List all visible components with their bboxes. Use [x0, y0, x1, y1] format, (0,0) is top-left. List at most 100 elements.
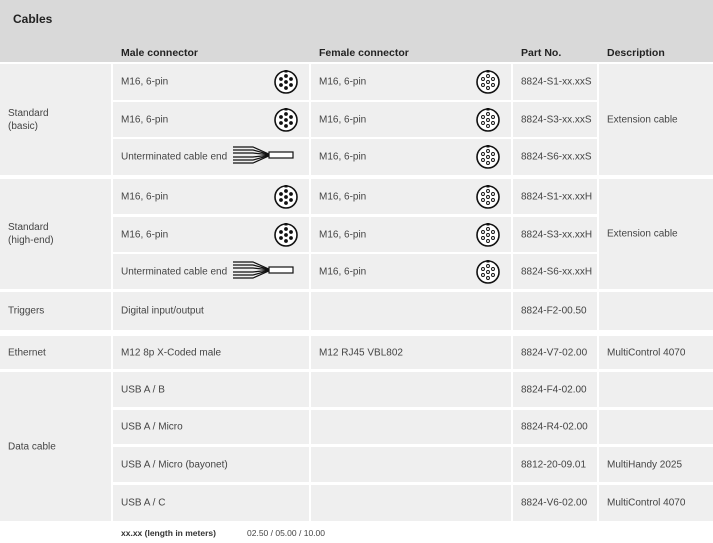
female-connector-cell [311, 410, 511, 444]
male-connector-label: USB A / Micro [121, 421, 183, 433]
female-connector-cell [311, 372, 511, 407]
group-label: Ethernet [8, 347, 46, 358]
group-label-cell: Ethernet [0, 336, 111, 369]
male-6pin-connector-icon [273, 69, 299, 95]
group-label-cell: Standard (basic) [0, 64, 111, 175]
group-label-cell: Triggers [0, 292, 111, 330]
description-cell: Extension cable [599, 179, 713, 289]
description: MultiHandy 2025 [607, 459, 683, 470]
description: MultiControl 4070 [607, 347, 686, 358]
female-connector-cell: M12 RJ45 VBL802 [311, 336, 511, 369]
male-connector-label: Digital input/output [121, 305, 204, 317]
male-connector-cell: USB A / B [113, 372, 309, 407]
part-number-cell: 8824-S3-xx.xxH [513, 217, 597, 252]
female-6pin-connector-icon [475, 259, 501, 285]
female-connector-cell [311, 447, 511, 482]
female-connector-cell: M16, 6-pin [311, 64, 511, 100]
part-number: 8824-S3-xx.xxH [521, 229, 593, 240]
male-connector-cell: M16, 6-pin [113, 179, 309, 214]
description-cell [599, 372, 713, 407]
male-connector-cell: Unterminated cable end [113, 254, 309, 289]
part-number-cell: 8824-S1-xx.xxS [513, 64, 597, 100]
female-connector-label: M12 RJ45 VBL802 [319, 347, 403, 358]
male-connector-cell: M16, 6-pin [113, 102, 309, 137]
description-cell: MultiHandy 2025 [599, 447, 713, 482]
description-cell: Extension cable [599, 64, 713, 175]
group-label: Standard (high-end) [8, 222, 54, 246]
female-connector-cell: M16, 6-pin [311, 254, 511, 289]
female-connector-cell: M16, 6-pin [311, 217, 511, 252]
description: Extension cable [607, 228, 678, 240]
female-6pin-connector-icon [475, 69, 501, 95]
unterminated-cable-end-icon [231, 144, 295, 170]
description-cell [599, 410, 713, 444]
description-cell [599, 292, 713, 330]
female-connector-label: M16, 6-pin [319, 114, 367, 125]
header-male-connector: Male connector [121, 47, 199, 59]
male-connector-cell: Digital input/output [113, 292, 309, 330]
part-number: 8824-F2-00.50 [521, 305, 587, 317]
female-connector-cell: M16, 6-pin [311, 102, 511, 137]
description: MultiControl 4070 [607, 497, 686, 509]
part-number: 8824-V7-02.00 [521, 347, 588, 358]
female-connector-cell [311, 292, 511, 330]
male-connector-cell: USB A / Micro [113, 410, 309, 444]
male-connector-label: M16, 6-pin [121, 114, 169, 125]
female-connector-cell: M16, 6-pin [311, 139, 511, 175]
description: Extension cable [607, 114, 678, 125]
male-connector-label: USB A / B [121, 384, 165, 395]
male-connector-cell: M16, 6-pin [113, 217, 309, 252]
header-part-no: Part No. [521, 47, 562, 59]
male-connector-label: USB A / C [121, 497, 166, 509]
footer-length-values: 02.50 / 05.00 / 10.00 [247, 528, 325, 538]
table-title-bar: Cables [0, 0, 713, 36]
part-number-cell: 8824-R4-02.00 [513, 410, 597, 444]
part-number: 8824-S3-xx.xxS [521, 114, 592, 125]
part-number-cell: 8824-V6-02.00 [513, 485, 597, 521]
part-number-cell: 8812-20-09.01 [513, 447, 597, 482]
female-6pin-connector-icon [475, 222, 501, 248]
male-connector-label: USB A / Micro (bayonet) [121, 459, 228, 470]
part-number-cell: 8824-S3-xx.xxS [513, 102, 597, 137]
group-label-cell: Data cable [0, 372, 111, 521]
unterminated-cable-end-icon [231, 259, 295, 285]
male-connector-label: M16, 6-pin [121, 229, 169, 240]
female-connector-label: M16, 6-pin [319, 151, 367, 163]
male-connector-cell: USB A / Micro (bayonet) [113, 447, 309, 482]
male-connector-label: M16, 6-pin [121, 191, 169, 202]
female-6pin-connector-icon [475, 107, 501, 133]
part-number: 8824-S6-xx.xxS [521, 151, 592, 163]
female-connector-cell: M16, 6-pin [311, 179, 511, 214]
male-6pin-connector-icon [273, 107, 299, 133]
part-number: 8824-V6-02.00 [521, 497, 588, 509]
female-connector-label: M16, 6-pin [319, 266, 367, 277]
table-header-row: Male connector Female connector Part No.… [0, 36, 713, 62]
part-number: 8824-S1-xx.xxS [521, 76, 592, 88]
part-number-cell: 8824-F4-02.00 [513, 372, 597, 407]
male-connector-cell: M12 8p X-Coded male [113, 336, 309, 369]
footer-length-label: xx.xx (length in meters) [121, 528, 216, 538]
description-cell: MultiControl 4070 [599, 485, 713, 521]
part-number-cell: 8824-S6-xx.xxH [513, 254, 597, 289]
part-number: 8824-F4-02.00 [521, 384, 587, 395]
group-label: Data cable [8, 441, 56, 452]
part-number: 8812-20-09.01 [521, 459, 587, 470]
female-connector-cell [311, 485, 511, 521]
group-label-cell: Standard (high-end) [0, 179, 111, 289]
part-number-cell: 8824-V7-02.00 [513, 336, 597, 369]
female-connector-label: M16, 6-pin [319, 191, 367, 202]
part-number-cell: 8824-S6-xx.xxS [513, 139, 597, 175]
group-label: Triggers [8, 305, 45, 317]
part-number: 8824-S1-xx.xxH [521, 191, 593, 202]
header-description: Description [607, 47, 665, 59]
part-number: 8824-R4-02.00 [521, 421, 588, 433]
male-connector-cell: USB A / C [113, 485, 309, 521]
female-connector-label: M16, 6-pin [319, 229, 367, 240]
male-connector-cell: M16, 6-pin [113, 64, 309, 100]
male-connector-cell: Unterminated cable end [113, 139, 309, 175]
part-number-cell: 8824-S1-xx.xxH [513, 179, 597, 214]
male-connector-label: M12 8p X-Coded male [121, 347, 222, 358]
male-6pin-connector-icon [273, 184, 299, 210]
male-6pin-connector-icon [273, 222, 299, 248]
female-connector-label: M16, 6-pin [319, 76, 367, 88]
